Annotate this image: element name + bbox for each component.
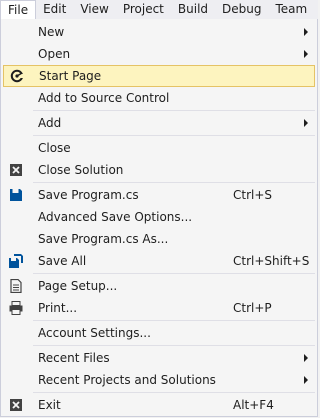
menu-bar: File Edit View Project Build Debug Team: [0, 0, 318, 20]
menu-separator: [33, 135, 315, 136]
menu-item-add-to-source-control[interactable]: Add to Source Control: [1, 87, 317, 109]
menu-separator: [33, 392, 315, 393]
menu-item-account-settings[interactable]: Account Settings...: [1, 322, 317, 344]
menu-item-print[interactable]: Print... Ctrl+P: [1, 297, 317, 319]
menu-item-new[interactable]: New: [1, 21, 317, 43]
menu-item-advanced-save-options[interactable]: Advanced Save Options...: [1, 206, 317, 228]
menu-debug[interactable]: Debug: [215, 0, 268, 19]
start-page-icon: [10, 69, 24, 83]
submenu-arrow-icon: [304, 354, 308, 362]
menu-item-label: Print...: [38, 301, 78, 315]
menu-file[interactable]: File: [0, 0, 37, 20]
file-menu-dropdown: New Open Start Page Add to Source Contro…: [0, 19, 318, 417]
submenu-arrow-icon: [304, 376, 308, 384]
menu-item-label: Account Settings...: [38, 326, 151, 340]
menu-item-recent-files[interactable]: Recent Files: [1, 347, 317, 369]
shortcut-text: Ctrl+S: [233, 188, 273, 202]
submenu-arrow-icon: [304, 119, 308, 127]
menu-item-add[interactable]: Add: [1, 112, 317, 134]
menu-item-label: Close Solution: [38, 163, 124, 177]
menu-edit[interactable]: Edit: [36, 0, 73, 19]
menu-item-label: New: [38, 25, 65, 39]
menu-item-label: Advanced Save Options...: [38, 210, 193, 224]
menu-item-recent-projects[interactable]: Recent Projects and Solutions: [1, 369, 317, 391]
menu-item-start-page[interactable]: Start Page: [3, 65, 315, 87]
submenu-arrow-icon: [304, 28, 308, 36]
shortcut-text: Ctrl+Shift+S: [233, 254, 310, 268]
exit-icon: [9, 398, 23, 412]
menu-item-label: Save Program.cs As...: [38, 232, 169, 246]
menu-separator: [33, 320, 315, 321]
menu-separator: [33, 182, 315, 183]
menu-item-close[interactable]: Close: [1, 137, 317, 159]
submenu-arrow-icon: [304, 50, 308, 58]
save-icon: [9, 188, 23, 202]
menu-item-label: Recent Projects and Solutions: [38, 373, 216, 387]
menu-item-close-solution[interactable]: Close Solution: [1, 159, 317, 181]
menu-item-label: Page Setup...: [38, 279, 118, 293]
menu-item-save-all[interactable]: Save All Ctrl+Shift+S: [1, 250, 317, 272]
menu-item-save-as[interactable]: Save Program.cs As...: [1, 228, 317, 250]
menu-item-label: Add to Source Control: [38, 91, 170, 105]
menu-item-label: Exit: [38, 398, 61, 412]
menu-item-label: Start Page: [39, 69, 102, 83]
menu-view[interactable]: View: [73, 0, 115, 19]
close-solution-icon: [9, 163, 23, 177]
menu-item-label: Save All: [38, 254, 87, 268]
menu-team[interactable]: Team: [268, 0, 314, 19]
menu-separator: [33, 345, 315, 346]
save-all-icon: [9, 254, 23, 268]
page-setup-icon: [9, 278, 23, 294]
menu-item-open[interactable]: Open: [1, 43, 317, 65]
menu-item-label: Save Program.cs: [38, 188, 139, 202]
menu-separator: [33, 110, 315, 111]
menu-item-label: Recent Files: [38, 351, 110, 365]
menu-item-save[interactable]: Save Program.cs Ctrl+S: [1, 184, 317, 206]
menu-item-label: Add: [38, 116, 62, 130]
shortcut-text: Ctrl+P: [233, 301, 272, 315]
menu-item-exit[interactable]: Exit Alt+F4: [1, 394, 317, 416]
menu-project[interactable]: Project: [116, 0, 171, 19]
menu-item-label: Open: [38, 47, 71, 61]
menu-build[interactable]: Build: [171, 0, 215, 19]
shortcut-text: Alt+F4: [233, 398, 274, 412]
menu-item-page-setup[interactable]: Page Setup...: [1, 275, 317, 297]
menu-item-label: Close: [38, 141, 71, 155]
print-icon: [9, 301, 23, 315]
menu-separator: [33, 273, 315, 274]
